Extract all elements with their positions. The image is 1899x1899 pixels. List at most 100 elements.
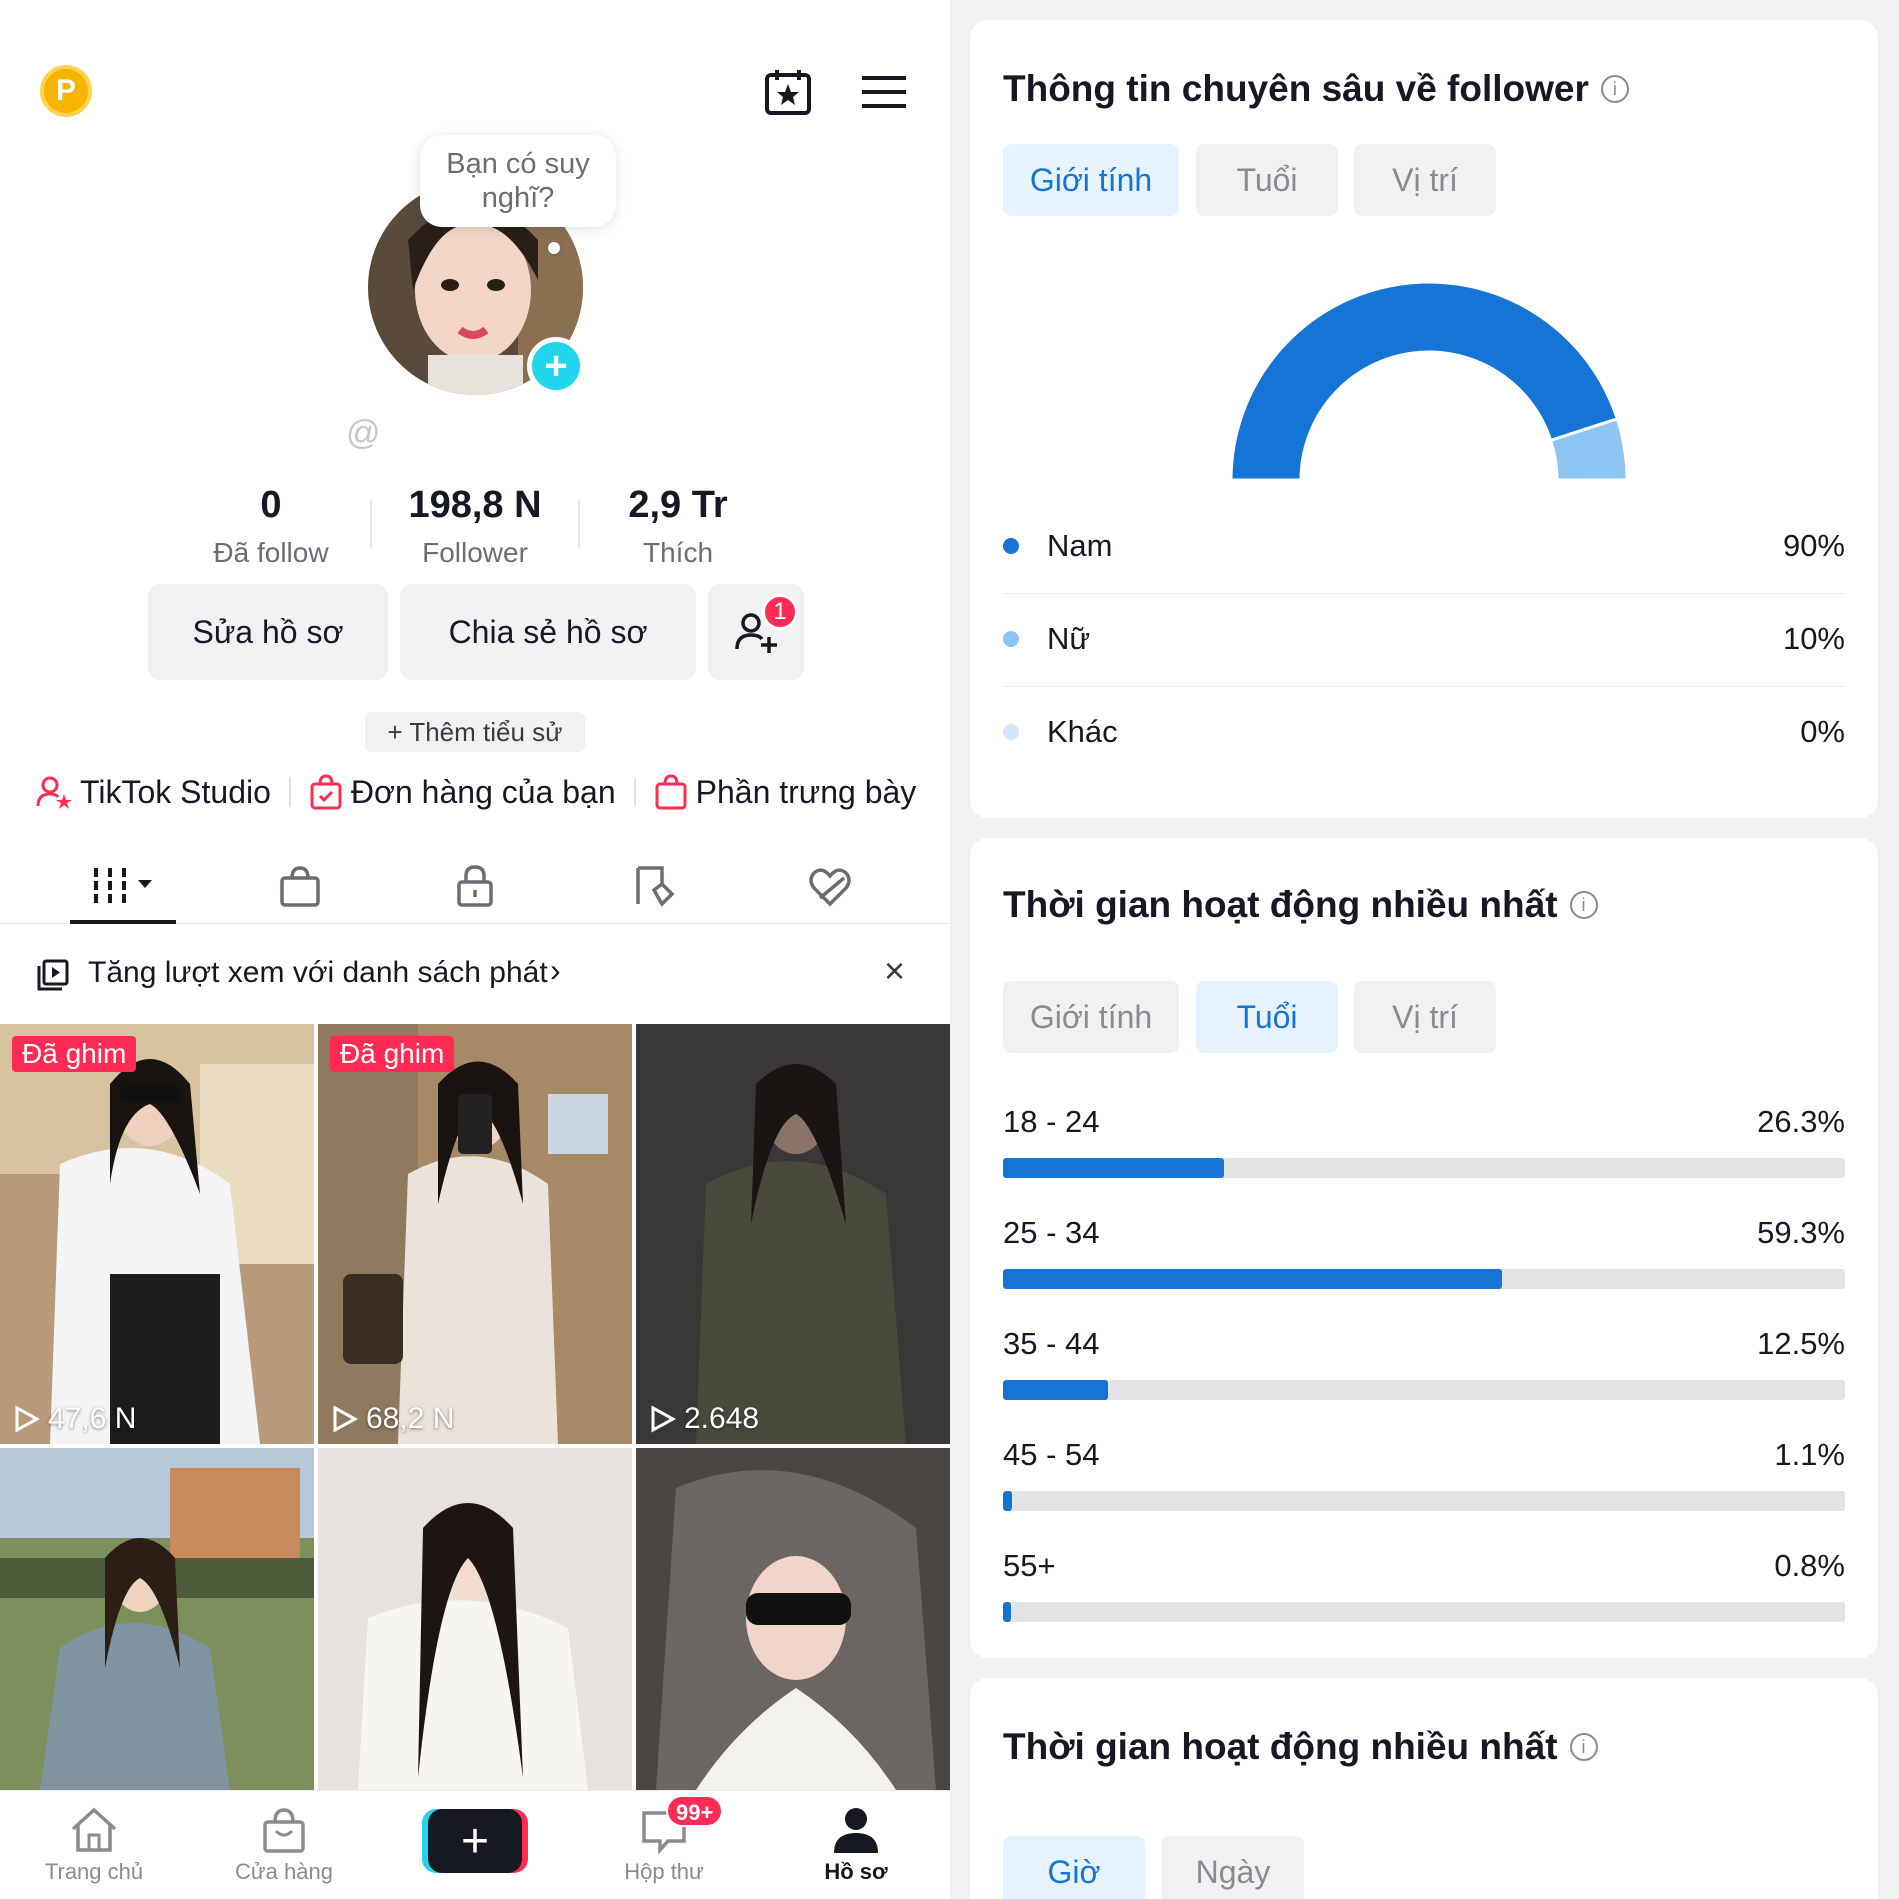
age-bar-label: 45 - 54 bbox=[1003, 1437, 1100, 1472]
video-thumbnail[interactable] bbox=[0, 1448, 314, 1790]
home-icon bbox=[71, 1807, 117, 1852]
card-title-text: Thông tin chuyên sâu về follower bbox=[1003, 68, 1589, 109]
thought-bubble-tail bbox=[548, 242, 560, 254]
tab-private[interactable] bbox=[445, 856, 505, 916]
points-badge-icon[interactable]: P bbox=[40, 65, 92, 117]
username-handle: @ bbox=[346, 414, 381, 452]
pinned-badge: Đã ghim bbox=[330, 1036, 455, 1072]
tab-liked[interactable] bbox=[800, 856, 860, 916]
showcase-link[interactable]: Phần trưng bày bbox=[654, 773, 917, 811]
stat-label: Đã follow bbox=[213, 537, 329, 568]
age-bar bbox=[1003, 1602, 1011, 1622]
age-bar-track bbox=[1003, 1158, 1845, 1178]
card-title: Thời gian hoạt động nhiều nhất i bbox=[1003, 884, 1598, 926]
nav-label: Hồ sơ bbox=[824, 1859, 888, 1884]
grid-icon bbox=[94, 868, 152, 904]
age-bar bbox=[1003, 1158, 1225, 1178]
age-bar-label: 25 - 34 bbox=[1003, 1215, 1100, 1250]
age-bar-value: 12.5% bbox=[1757, 1326, 1845, 1361]
nav-inbox[interactable]: Hộp thư 99+ bbox=[594, 1791, 734, 1899]
playlist-promo-banner[interactable]: Tăng lượt xem với danh sách phát › × bbox=[0, 950, 950, 998]
age-bar-label: 55+ bbox=[1003, 1548, 1056, 1583]
card-title-text: Thời gian hoạt động nhiều nhất bbox=[1003, 1726, 1558, 1767]
card-title: Thời gian hoạt động nhiều nhất i bbox=[1003, 1726, 1598, 1768]
stat-likes[interactable]: 2,9 Tr Thích bbox=[568, 484, 788, 569]
promo-text: Tăng lượt xem với danh sách phát bbox=[88, 956, 548, 989]
lock-icon bbox=[457, 865, 493, 907]
bottom-navigation: Trang chủ Cửa hàng + Hộp thư 99+ Hồ sơ bbox=[0, 1790, 950, 1899]
age-bar bbox=[1003, 1491, 1013, 1511]
notification-badge: 1 bbox=[762, 594, 798, 630]
age-bar-label: 18 - 24 bbox=[1003, 1104, 1100, 1139]
stat-label: Thích bbox=[642, 537, 714, 568]
add-story-button[interactable]: + bbox=[527, 337, 585, 395]
age-bar-track bbox=[1003, 1269, 1845, 1289]
close-icon[interactable]: × bbox=[884, 950, 905, 992]
nav-profile[interactable]: Hồ sơ bbox=[786, 1791, 926, 1899]
view-count-text: 47,6 N bbox=[48, 1402, 137, 1435]
view-count: 2.648 bbox=[650, 1402, 759, 1436]
info-icon[interactable]: i bbox=[1569, 1733, 1598, 1761]
info-icon[interactable]: i bbox=[1600, 75, 1629, 103]
video-thumbnail[interactable]: 2.648 bbox=[636, 1024, 950, 1444]
tiktok-studio-link[interactable]: TikTok Studio bbox=[36, 774, 271, 811]
nav-home[interactable]: Trang chủ bbox=[24, 1791, 164, 1899]
shop-icon bbox=[263, 1808, 305, 1853]
legend-row-female: Nữ 10% bbox=[1003, 595, 1845, 687]
tab-gender[interactable]: Giới tính bbox=[1003, 144, 1179, 216]
tab-age[interactable]: Tuổi bbox=[1196, 981, 1338, 1053]
calendar-star-icon[interactable] bbox=[762, 66, 814, 118]
age-bar-value: 0.8% bbox=[1774, 1548, 1845, 1583]
legend-row-other: Khác 0% bbox=[1003, 688, 1845, 780]
link-label: Phần trưng bày bbox=[695, 773, 917, 810]
age-bar-row: 45 - 54 1.1% bbox=[1003, 1437, 1845, 1517]
orders-link[interactable]: Đơn hàng của bạn bbox=[309, 774, 616, 811]
info-icon[interactable]: i bbox=[1569, 891, 1598, 919]
stat-following[interactable]: 0 Đã follow bbox=[161, 484, 381, 569]
video-thumbnail[interactable] bbox=[636, 1448, 950, 1790]
nav-shop[interactable]: Cửa hàng bbox=[214, 1791, 354, 1899]
playlist-icon bbox=[37, 959, 69, 991]
edit-profile-button[interactable]: Sửa hồ sơ bbox=[148, 584, 388, 680]
tab-location[interactable]: Vị trí bbox=[1354, 144, 1496, 216]
tab-shop[interactable] bbox=[270, 856, 330, 916]
age-bar-row: 18 - 24 26.3% bbox=[1003, 1104, 1845, 1184]
view-count: 47,6 N bbox=[14, 1402, 136, 1436]
divider bbox=[288, 777, 291, 807]
menu-icon[interactable] bbox=[858, 66, 910, 118]
stat-followers[interactable]: 198,8 N Follower bbox=[365, 484, 585, 569]
tab-age[interactable]: Tuổi bbox=[1196, 144, 1338, 216]
share-profile-button[interactable]: Chia sẻ hồ sơ bbox=[400, 584, 696, 680]
video-thumbnail[interactable] bbox=[318, 1448, 632, 1790]
view-count-text: 2.648 bbox=[684, 1402, 760, 1435]
tab-gender[interactable]: Giới tính bbox=[1003, 981, 1179, 1053]
video-thumbnail[interactable]: Đã ghim 47,6 N bbox=[0, 1024, 314, 1444]
age-bar-value: 59.3% bbox=[1757, 1215, 1845, 1250]
legend-label: Khác bbox=[1047, 714, 1118, 749]
add-friend-button[interactable]: 1 bbox=[708, 584, 804, 680]
legend-label: Nữ bbox=[1047, 621, 1091, 656]
age-bar-label: 35 - 44 bbox=[1003, 1326, 1100, 1361]
insights-panel: Thông tin chuyên sâu về follower i Giới … bbox=[950, 0, 1899, 1899]
tab-reposts[interactable] bbox=[624, 856, 684, 916]
video-thumbnail[interactable]: Đã ghim 68,2 N bbox=[318, 1024, 632, 1444]
tab-videos[interactable] bbox=[90, 856, 160, 916]
tab-hour[interactable]: Giờ bbox=[1003, 1836, 1145, 1899]
profile-panel: P + Bạn có suy nghĩ? @ 0 Đã follow 198,8… bbox=[0, 0, 950, 1899]
gender-donut-chart bbox=[1229, 280, 1629, 482]
profile-icon bbox=[834, 1808, 878, 1853]
add-bio-button[interactable]: + Thêm tiểu sử bbox=[365, 712, 585, 752]
age-bar-track bbox=[1003, 1491, 1845, 1511]
stat-value: 2,9 Tr bbox=[628, 484, 728, 526]
legend-value: 0% bbox=[1800, 714, 1845, 749]
age-bar-row: 35 - 44 12.5% bbox=[1003, 1326, 1845, 1406]
tab-location[interactable]: Vị trí bbox=[1354, 981, 1496, 1053]
studio-icon bbox=[36, 776, 72, 809]
tab-day[interactable]: Ngày bbox=[1162, 1836, 1304, 1899]
order-bag-icon bbox=[310, 774, 342, 810]
thought-bubble[interactable]: Bạn có suy nghĩ? bbox=[420, 135, 616, 227]
legend-dot bbox=[1003, 538, 1019, 554]
create-post-button[interactable]: + bbox=[428, 1809, 522, 1873]
chevron-right-icon: › bbox=[550, 952, 561, 988]
video-grid: Đã ghim 47,6 N Đã ghim 68,2 N 2.648 bbox=[0, 1024, 950, 1790]
